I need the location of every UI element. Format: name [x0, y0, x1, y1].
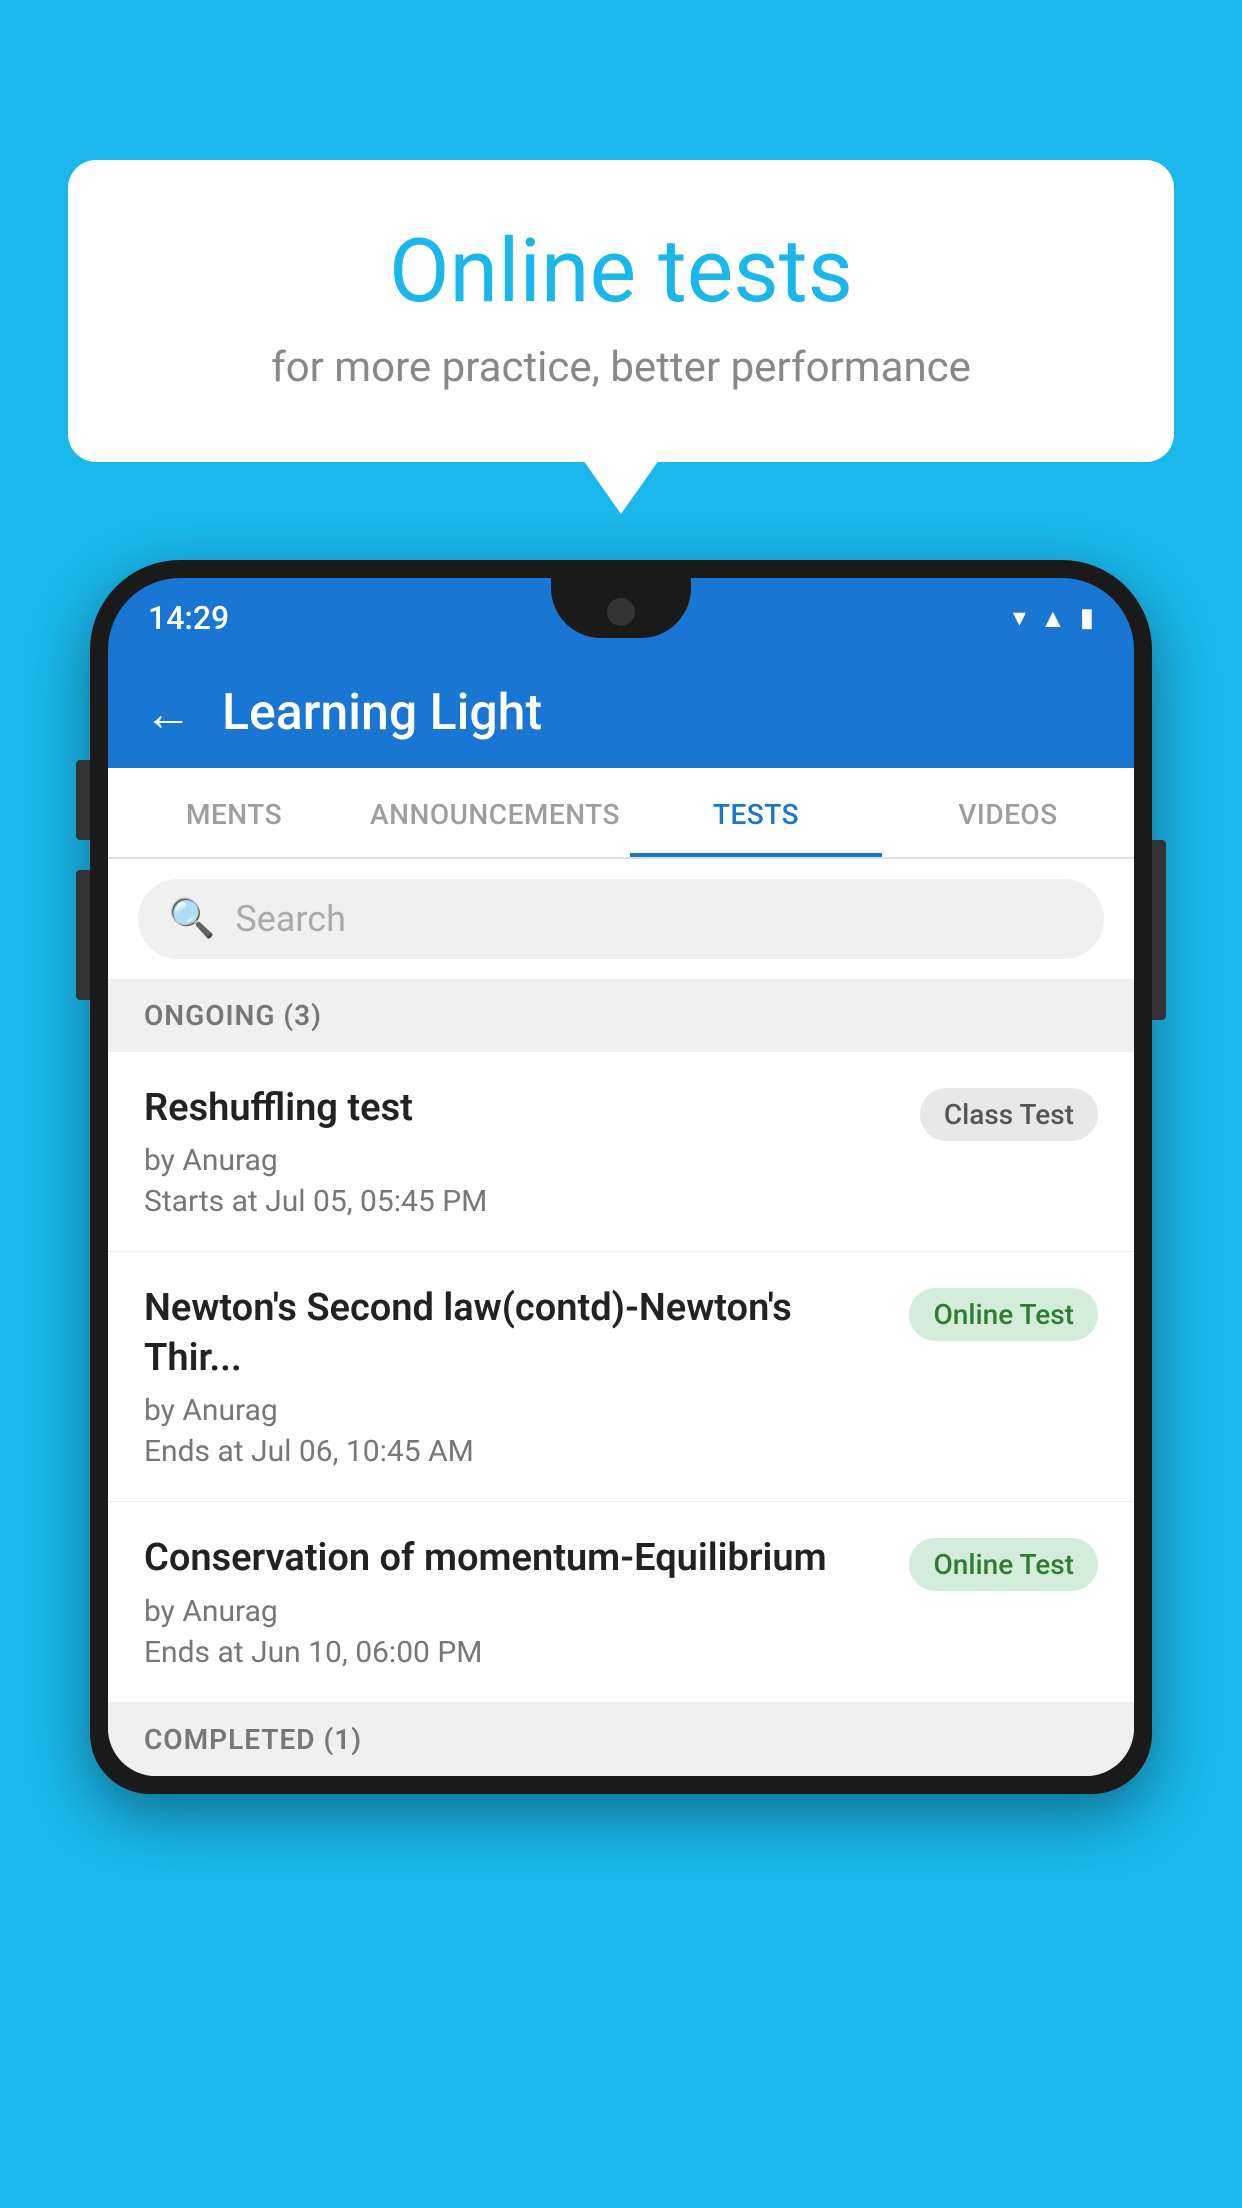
- phone-mockup: 14:29 ▾ ▲ ▮ ← Learning Light MENTS ANNOU…: [90, 560, 1152, 2208]
- volume-down-button: [76, 870, 90, 1000]
- battery-icon: ▮: [1080, 603, 1094, 633]
- signal-icon: ▲: [1040, 603, 1066, 634]
- app-bar-title: Learning Light: [222, 684, 542, 742]
- test-badge-2: Online Test: [909, 1288, 1098, 1341]
- test-badge-1: Class Test: [920, 1088, 1098, 1141]
- test-item-2[interactable]: Newton's Second law(contd)-Newton's Thir…: [108, 1252, 1134, 1502]
- power-button: [1152, 840, 1166, 1020]
- status-icons: ▾ ▲ ▮: [1013, 603, 1094, 634]
- test-author-1: by Anurag: [144, 1143, 900, 1178]
- test-author-2: by Anurag: [144, 1393, 889, 1428]
- promo-title: Online tests: [148, 220, 1094, 323]
- phone-screen: ← Learning Light MENTS ANNOUNCEMENTS TES…: [108, 658, 1134, 1776]
- tabs-bar: MENTS ANNOUNCEMENTS TESTS VIDEOS: [108, 768, 1134, 859]
- test-info-1: Reshuffling test by Anurag Starts at Jul…: [144, 1084, 900, 1219]
- search-container: 🔍 Search: [108, 859, 1134, 979]
- test-date-1: Starts at Jul 05, 05:45 PM: [144, 1184, 900, 1219]
- wifi-icon: ▾: [1013, 603, 1026, 633]
- status-bar: 14:29 ▾ ▲ ▮: [108, 578, 1134, 658]
- test-badge-3: Online Test: [909, 1538, 1098, 1591]
- test-item-3[interactable]: Conservation of momentum-Equilibrium by …: [108, 1502, 1134, 1702]
- search-icon: 🔍: [168, 897, 215, 941]
- test-title-3: Conservation of momentum-Equilibrium: [144, 1534, 889, 1583]
- ongoing-section-header: ONGOING (3): [108, 979, 1134, 1052]
- tab-tests[interactable]: TESTS: [630, 768, 882, 857]
- app-bar: ← Learning Light: [108, 658, 1134, 768]
- search-placeholder-text: Search: [235, 898, 346, 940]
- search-bar[interactable]: 🔍 Search: [138, 879, 1104, 959]
- test-title-2: Newton's Second law(contd)-Newton's Thir…: [144, 1284, 889, 1383]
- camera-dot: [607, 598, 635, 626]
- test-date-2: Ends at Jul 06, 10:45 AM: [144, 1434, 889, 1469]
- test-date-3: Ends at Jun 10, 06:00 PM: [144, 1635, 889, 1670]
- tab-announcements[interactable]: ANNOUNCEMENTS: [360, 768, 630, 857]
- volume-up-button: [76, 760, 90, 840]
- test-title-1: Reshuffling test: [144, 1084, 900, 1133]
- test-item-1[interactable]: Reshuffling test by Anurag Starts at Jul…: [108, 1052, 1134, 1252]
- tab-videos[interactable]: VIDEOS: [882, 768, 1134, 857]
- tab-ments[interactable]: MENTS: [108, 768, 360, 857]
- promo-subtitle: for more practice, better performance: [148, 343, 1094, 392]
- status-time: 14:29: [148, 599, 229, 637]
- phone-body: 14:29 ▾ ▲ ▮ ← Learning Light MENTS ANNOU…: [90, 560, 1152, 1794]
- test-author-3: by Anurag: [144, 1594, 889, 1629]
- back-button[interactable]: ←: [144, 685, 192, 742]
- test-info-3: Conservation of momentum-Equilibrium by …: [144, 1534, 889, 1669]
- completed-section-header: COMPLETED (1): [108, 1703, 1134, 1776]
- promo-card: Online tests for more practice, better p…: [68, 160, 1174, 462]
- test-info-2: Newton's Second law(contd)-Newton's Thir…: [144, 1284, 889, 1469]
